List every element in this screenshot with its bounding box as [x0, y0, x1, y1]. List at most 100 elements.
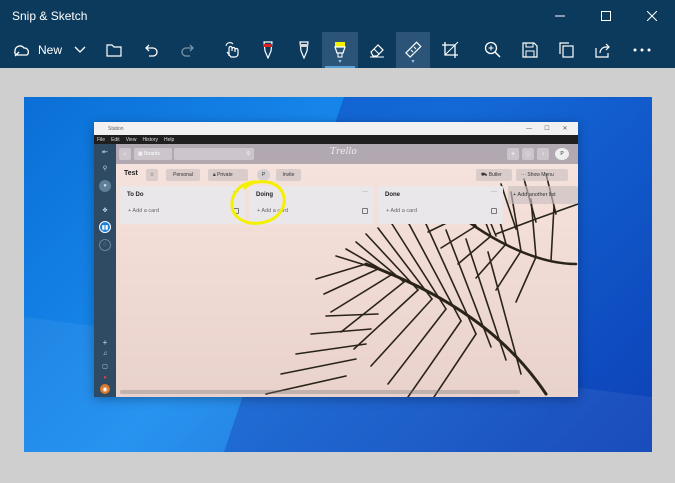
station-menu-bar: File Edit View History Help [94, 135, 578, 144]
folder-icon [106, 44, 122, 57]
station-body: ⇤ ⚲ ● ✤ ▮▮ ◌ + ♫ ▢ ● ◉ ⌂ ▦ Boards ⚲ Trel… [94, 144, 578, 397]
whatsapp-icon[interactable]: ◌ [99, 239, 111, 251]
zoom-in-icon [484, 41, 501, 58]
search-input[interactable]: ⚲ [174, 148, 254, 160]
info-icon[interactable]: ⓘ [522, 148, 534, 160]
snip-and-sketch-window: Snip & Sketch New ▾ ▾ Station — ☐ ✕ File… [0, 0, 675, 483]
trello-top-bar: ⌂ ▦ Boards ⚲ Trello + ⓘ ♪ P [116, 144, 578, 164]
butler-button[interactable]: ⛟ Butler [476, 169, 512, 181]
add-card-button[interactable]: + Add a card [386, 208, 417, 214]
ruler-button[interactable]: ▾ [396, 32, 430, 68]
zoom-button[interactable] [474, 32, 512, 68]
crop-icon [442, 41, 459, 58]
highlighter-button[interactable]: ▾ [322, 32, 358, 68]
ballpoint-pen-icon [263, 41, 273, 59]
card-template-icon[interactable] [362, 208, 368, 214]
maximize-button[interactable] [583, 0, 629, 32]
toolbar: New ▾ ▾ [0, 32, 675, 68]
add-app-icon[interactable]: + [99, 336, 111, 348]
menu-edit[interactable]: Edit [111, 137, 120, 143]
selected-indicator [325, 66, 355, 68]
see-more-button[interactable] [622, 32, 662, 68]
show-menu-button[interactable]: ··· Show Menu [516, 169, 568, 181]
add-card-button[interactable]: + Add a card [128, 208, 159, 214]
personal-button[interactable]: Personal [166, 169, 200, 181]
trello-logo: Trello [330, 147, 357, 157]
undo-button[interactable] [132, 32, 170, 68]
chevron-down-icon [74, 46, 86, 53]
copy-button[interactable] [548, 32, 584, 68]
touch-writing-button[interactable] [214, 32, 250, 68]
minimize-button[interactable] [537, 0, 583, 32]
more-icon [633, 48, 651, 52]
new-snip-button[interactable]: New [0, 32, 64, 68]
undo-icon [145, 44, 158, 57]
personal-label: Personal [173, 172, 193, 178]
share-button[interactable] [584, 32, 622, 68]
menu-view[interactable]: View [126, 137, 137, 143]
close-button[interactable] [629, 0, 675, 32]
user-avatar-icon[interactable]: ◉ [100, 384, 110, 394]
notification-dot-icon[interactable]: ● [99, 372, 111, 384]
star-icon[interactable]: ☆ [146, 169, 158, 181]
copy-icon [559, 42, 574, 58]
minimize-icon [555, 15, 565, 17]
list-more-icon[interactable]: ··· [362, 189, 368, 195]
create-button[interactable]: + [507, 148, 519, 160]
station-close-icon: ✕ [562, 126, 568, 132]
board-title[interactable]: Test [124, 170, 138, 177]
butler-icon: ⛟ [481, 171, 488, 178]
menu-history[interactable]: History [142, 137, 158, 143]
menu-help[interactable]: Help [164, 137, 174, 143]
boards-button[interactable]: ▦ Boards [134, 148, 172, 160]
save-button[interactable] [512, 32, 548, 68]
maximize-icon [601, 11, 611, 21]
new-label: New [38, 43, 63, 57]
notification-bell-icon[interactable]: ♫ [99, 348, 111, 360]
search-icon[interactable]: ⚲ [99, 162, 111, 174]
eraser-button[interactable] [358, 32, 396, 68]
back-arrow-icon[interactable]: ⇤ [99, 146, 111, 158]
ballpoint-pen-button[interactable] [250, 32, 286, 68]
highlighter-icon [334, 42, 346, 58]
close-icon [647, 11, 657, 21]
station-sidebar: ⇤ ⚲ ● ✤ ▮▮ ◌ + ♫ ▢ ● ◉ [94, 144, 116, 397]
title-bar: Snip & Sketch [0, 0, 675, 32]
pencil-button[interactable] [286, 32, 322, 68]
chevron-down-icon: ▾ [338, 59, 342, 65]
pencil-icon [299, 41, 309, 59]
profile-avatar[interactable]: P [555, 148, 569, 160]
add-another-list-button[interactable]: + Add another list [508, 186, 578, 204]
share-icon [595, 43, 610, 58]
crop-button[interactable] [430, 32, 470, 68]
new-snip-icon [14, 45, 29, 57]
list-done: Done ··· + Add a card [378, 186, 503, 224]
station-titlebar: Station — ☐ ✕ [94, 122, 578, 135]
board-horizontal-scrollbar[interactable] [120, 390, 520, 394]
card-template-icon[interactable] [491, 208, 497, 214]
list-more-icon[interactable]: ··· [491, 189, 497, 195]
ruler-icon [405, 41, 422, 58]
chevron-down-icon: ▾ [411, 59, 415, 65]
save-icon [522, 42, 538, 58]
more-icon: ··· [521, 172, 526, 178]
trello-board: ⌂ ▦ Boards ⚲ Trello + ⓘ ♪ P Test ☆ Perso… [116, 144, 578, 397]
redo-icon [181, 44, 194, 57]
home-icon[interactable]: ⌂ [119, 148, 131, 160]
new-dropdown-button[interactable] [64, 32, 96, 68]
butler-label: Butler [488, 172, 502, 178]
apps-grid-icon[interactable]: ▢ [99, 360, 111, 372]
list-title[interactable]: Done [385, 192, 400, 198]
notifications-bell-icon[interactable]: ♪ [537, 148, 549, 160]
open-file-button[interactable] [96, 32, 132, 68]
highlighter-stroke-annotation [230, 180, 286, 225]
menu-file[interactable]: File [97, 137, 105, 143]
station-maximize-icon: ☐ [544, 126, 550, 132]
avatar[interactable]: ● [99, 180, 111, 192]
trello-app-icon[interactable]: ▮▮ [99, 221, 111, 233]
station-title: Station [108, 125, 124, 132]
board-header: Test ☆ Personal 🔒︎ Private P Invite ⛟ Bu… [116, 168, 578, 186]
apps-icon[interactable]: ✤ [99, 204, 111, 216]
list-title[interactable]: To Do [127, 192, 144, 198]
redo-button[interactable] [170, 32, 206, 68]
